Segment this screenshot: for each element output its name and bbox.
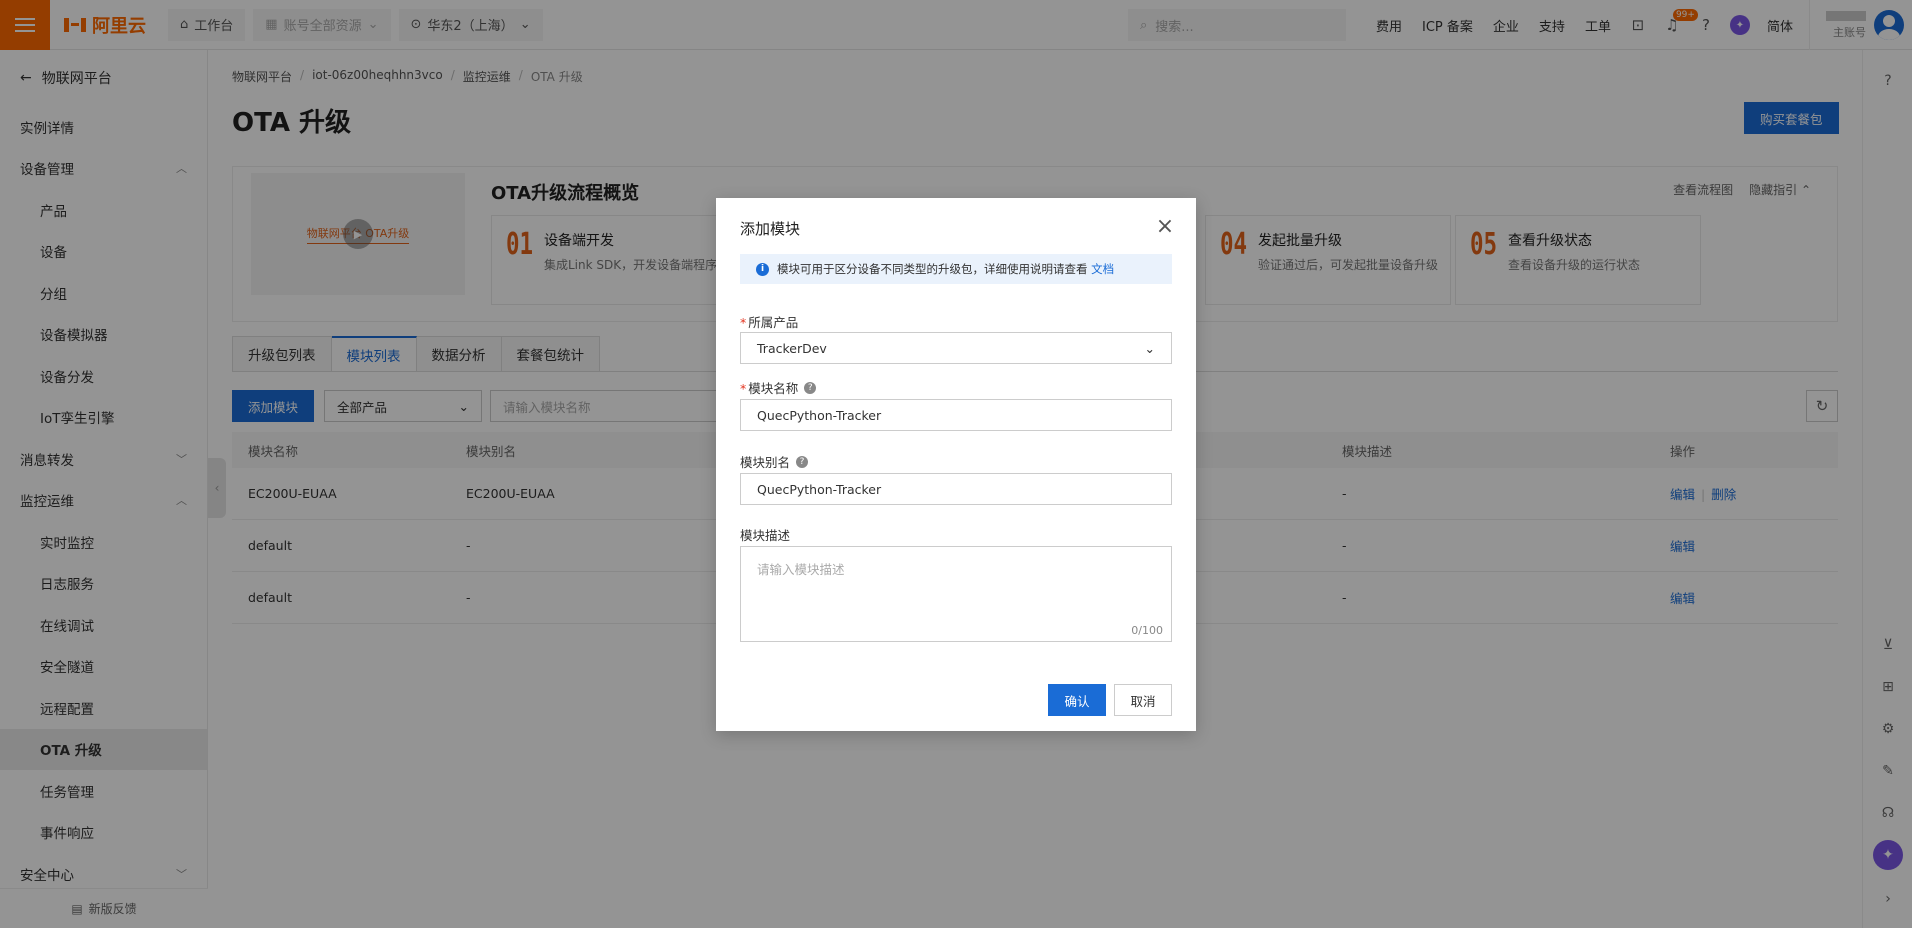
- alias-label-text: 模块别名: [740, 455, 791, 470]
- doc-link[interactable]: 文档: [1091, 262, 1114, 276]
- module-name-input[interactable]: QuecPython-Tracker: [740, 399, 1172, 431]
- product-label: * 所属产品: [740, 312, 798, 331]
- module-alias-value: QuecPython-Tracker: [757, 481, 882, 497]
- info-icon: i: [756, 262, 769, 276]
- desc-placeholder: 请输入模块描述: [757, 562, 845, 577]
- module-name-label-text: 模块名称: [748, 381, 799, 396]
- module-name-label: * 模块名称 ?: [740, 378, 817, 397]
- cancel-button[interactable]: 取消: [1114, 684, 1172, 716]
- dialog-title: 添加模块: [740, 220, 801, 238]
- question-icon[interactable]: ?: [796, 455, 809, 468]
- desc-label-text: 模块描述: [740, 528, 791, 543]
- notice-body: 模块可用于区分设备不同类型的升级包，详细使用说明请查看: [777, 262, 1088, 276]
- module-name-value: QuecPython-Tracker: [757, 407, 882, 423]
- required-mark: *: [740, 381, 747, 396]
- notice-text: 模块可用于区分设备不同类型的升级包，详细使用说明请查看 文档: [777, 261, 1114, 277]
- close-icon[interactable]: ×: [1153, 214, 1177, 239]
- product-label-text: 所属产品: [748, 315, 799, 330]
- add-module-dialog: 添加模块 × i 模块可用于区分设备不同类型的升级包，详细使用说明请查看 文档 …: [716, 198, 1196, 731]
- module-desc-textarea[interactable]: 请输入模块描述 0/100: [740, 546, 1172, 642]
- product-select[interactable]: TrackerDev ⌄: [740, 332, 1172, 364]
- char-counter: 0/100: [1131, 624, 1163, 637]
- product-select-value: TrackerDev: [757, 340, 827, 356]
- confirm-button[interactable]: 确认: [1048, 684, 1106, 716]
- info-notice: i 模块可用于区分设备不同类型的升级包，详细使用说明请查看 文档: [740, 254, 1172, 284]
- desc-label: 模块描述: [740, 525, 790, 544]
- chevron-down-icon: ⌄: [1144, 340, 1155, 356]
- alias-label: 模块别名 ?: [740, 452, 809, 471]
- question-icon[interactable]: ?: [804, 381, 817, 394]
- required-mark: *: [740, 315, 747, 330]
- module-alias-input[interactable]: QuecPython-Tracker: [740, 473, 1172, 505]
